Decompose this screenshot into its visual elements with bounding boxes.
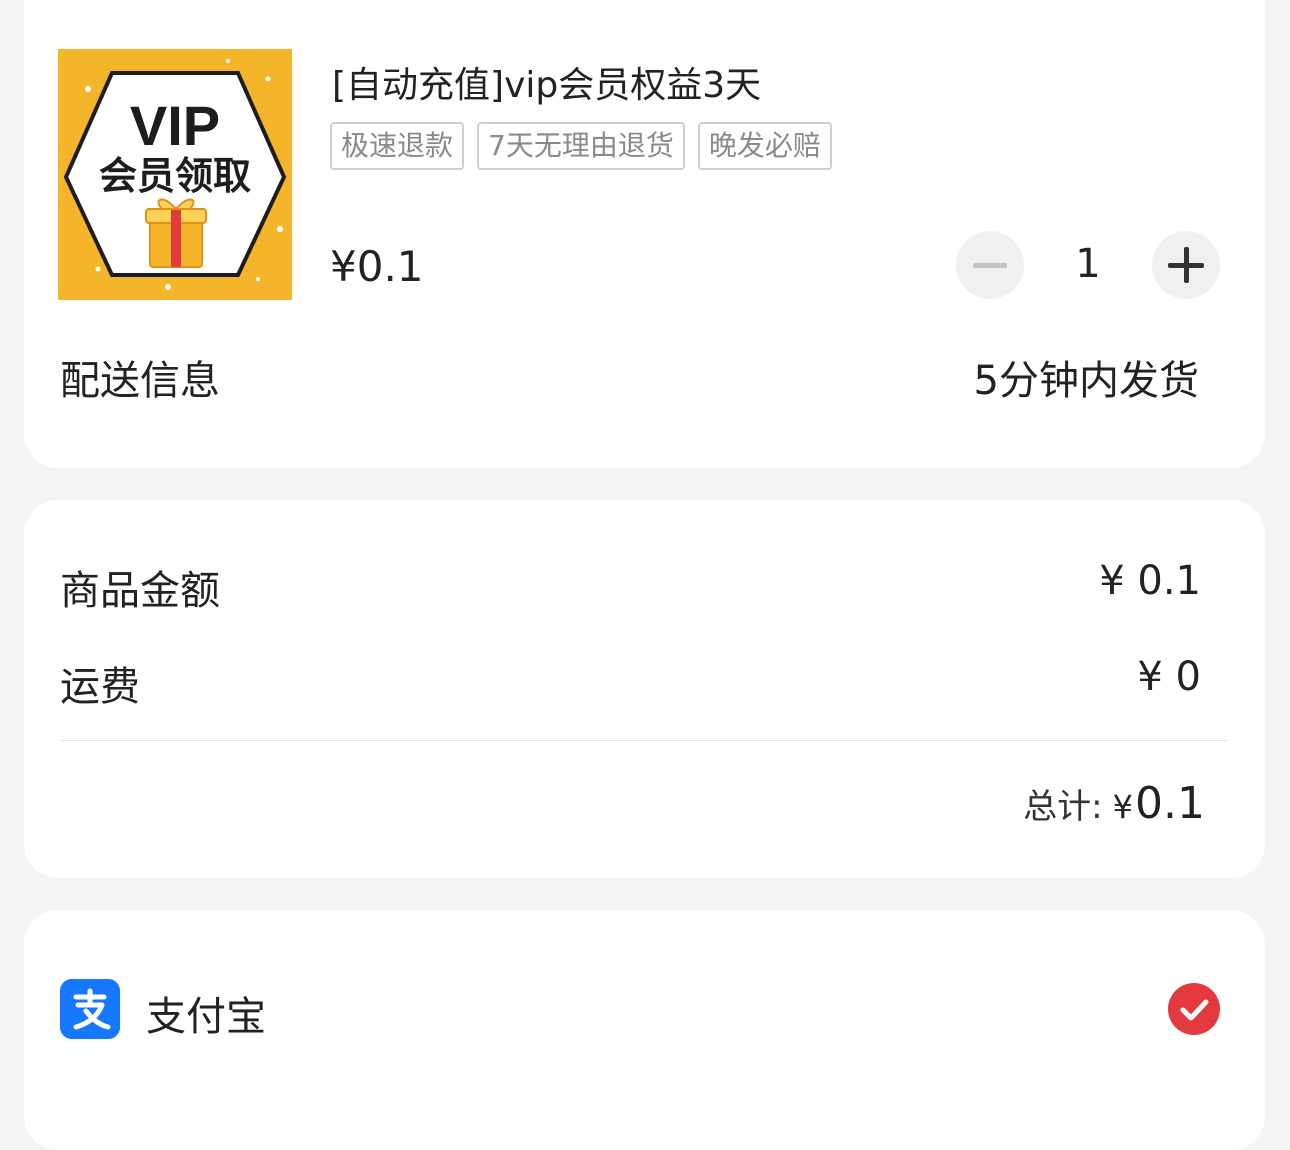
product-thumbnail[interactable]: VIP 会员领取	[58, 49, 292, 300]
tag-late-compensation: 晚发必赔	[697, 122, 832, 170]
product-title[interactable]: [自动充值]vip会员权益3天	[332, 56, 761, 108]
total-amount: 0.1	[1135, 778, 1205, 829]
selected-check-icon[interactable]	[1168, 983, 1220, 1035]
shipping-fee-label: 运费	[60, 664, 140, 710]
alipay-icon	[60, 979, 120, 1039]
delivery-info-label: 配送信息	[60, 358, 220, 404]
quantity-value[interactable]: 1	[1024, 241, 1152, 287]
gift-icon	[145, 198, 207, 268]
delivery-info-value: 5分钟内发货	[973, 358, 1199, 404]
summary-divider	[60, 740, 1229, 741]
increase-quantity-button[interactable]	[1152, 231, 1220, 299]
service-tags: 极速退款 7天无理由退货 晚发必赔	[330, 122, 832, 170]
tag-fast-refund: 极速退款	[330, 122, 465, 170]
thumbnail-vip-text: VIP	[130, 94, 220, 157]
order-total: 总计: ¥ 0.1	[1023, 778, 1205, 829]
payment-method-name: 支付宝	[146, 994, 266, 1040]
quantity-stepper: 1	[956, 231, 1222, 299]
shipping-fee-value: ¥ 0	[1137, 654, 1201, 700]
decrease-quantity-button[interactable]	[956, 231, 1024, 299]
product-price: ¥0.1	[330, 242, 424, 291]
total-currency-symbol: ¥	[1112, 788, 1134, 826]
thumbnail-caption-text: 会员领取	[99, 154, 251, 198]
goods-amount-value: ¥ 0.1	[1099, 558, 1201, 604]
order-summary-card: 商品金额 ¥ 0.1 运费 ¥ 0 总计: ¥ 0.1	[24, 500, 1265, 878]
goods-amount-label: 商品金额	[60, 568, 220, 614]
minus-icon	[973, 263, 1007, 268]
payment-method-card: 支付宝	[24, 910, 1265, 1150]
product-card: VIP 会员领取 [自动充值]vip会员权益3天 极速退款 7天无理由退货 晚发…	[24, 0, 1265, 468]
tag-7day-return: 7天无理由退货	[477, 122, 685, 170]
total-label: 总计:	[1023, 787, 1103, 827]
